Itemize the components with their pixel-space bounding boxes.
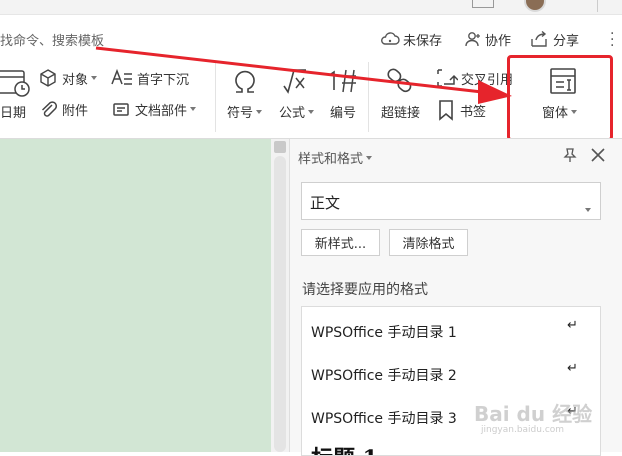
close-icon[interactable] [590,147,606,167]
style-select[interactable] [301,182,601,220]
apply-format-heading: 请选择要应用的格式 [302,282,428,298]
chevron-down-icon [585,199,591,218]
return-icon: ↵ [567,318,578,333]
format-item-heading[interactable]: 标题 1 [311,441,378,455]
format-item[interactable]: WPSOffice 手动目录 3 [311,408,457,428]
panel-title[interactable]: 样式和格式 [298,148,373,167]
format-item[interactable]: WPSOffice 手动目录 1 [311,322,457,342]
scroll-up-icon[interactable] [274,141,286,153]
annotation-highlight-box [507,55,613,141]
return-icon: ↵ [567,361,578,376]
watermark-url: jingyan.baidu.com [481,425,565,435]
document-canvas[interactable] [0,139,271,452]
vertical-scrollbar[interactable] [274,156,286,452]
chevron-down-icon [366,155,373,160]
style-select-value: 正文 [310,194,341,212]
pin-icon[interactable] [562,147,578,167]
panel-title-label: 样式和格式 [298,152,364,167]
clear-format-button[interactable]: 清除格式 [389,229,468,256]
watermark-logo: Bai du 经验 [474,402,593,426]
format-item[interactable]: WPSOffice 手动目录 2 [311,365,457,385]
new-style-button[interactable]: 新样式... [301,229,380,256]
